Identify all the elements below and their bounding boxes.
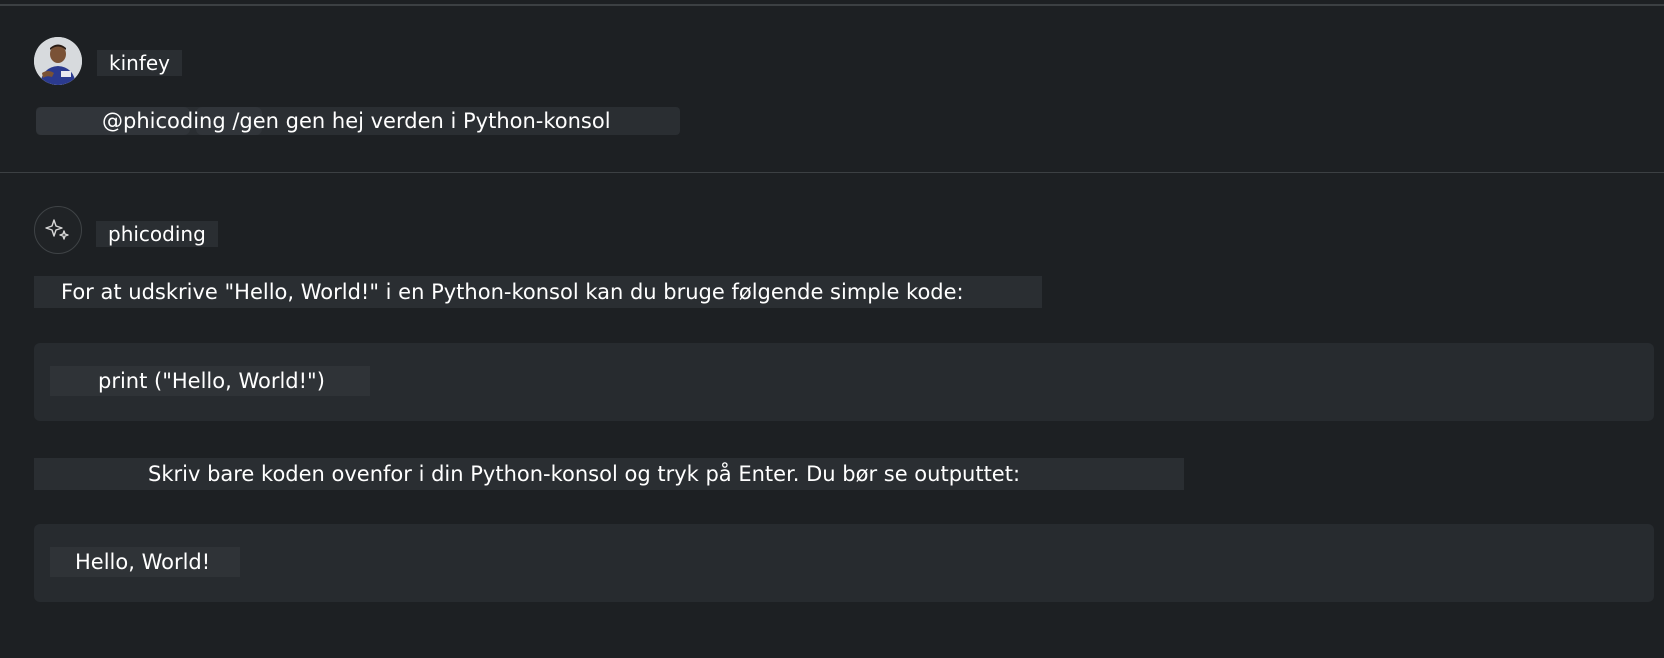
top-border <box>0 4 1664 6</box>
user-name: kinfey <box>97 50 182 76</box>
message-divider <box>0 172 1664 173</box>
sparkle-icon <box>45 219 69 240</box>
user-query-text: @phicoding /gen gen hej verden i Python-… <box>102 109 611 133</box>
user-query: @phicoding /gen gen hej verden i Python-… <box>36 107 680 135</box>
bot-followup-text: Skriv bare koden ovenfor i din Python-ko… <box>34 458 1184 490</box>
user-avatar <box>34 37 82 85</box>
bot-name: phicoding <box>96 221 218 247</box>
user-photo-icon <box>34 37 82 85</box>
code-line: print ("Hello, World!") <box>50 366 370 396</box>
bot-intro-text: For at udskrive "Hello, World!" i en Pyt… <box>34 276 1042 308</box>
bot-avatar <box>34 206 82 254</box>
output-block[interactable]: Hello, World! <box>34 524 1654 602</box>
code-block[interactable]: print ("Hello, World!") <box>34 343 1654 421</box>
output-line: Hello, World! <box>50 547 240 577</box>
chat-panel: kinfey @phicoding /gen gen hej verden i … <box>0 0 1664 658</box>
